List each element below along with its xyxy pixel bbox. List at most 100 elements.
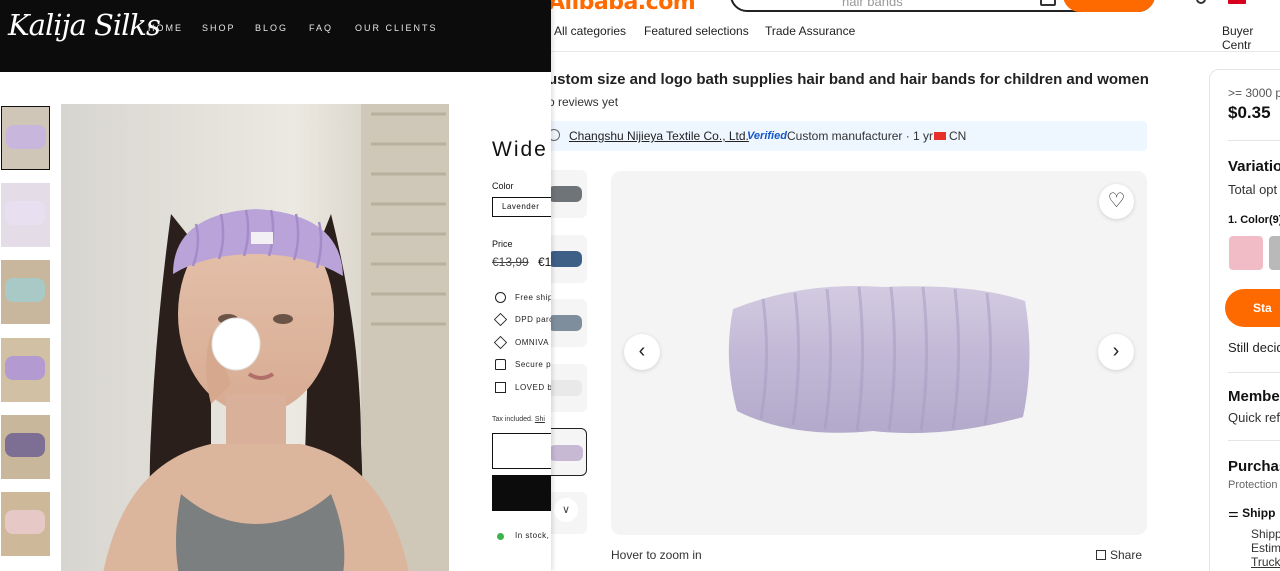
order-side-panel: >= 3000 p $0.35 Variatio Total opt 1. Co… — [1209, 69, 1280, 571]
feature-text: Secure p — [515, 360, 551, 369]
reviews-count[interactable]: o reviews yet — [548, 95, 618, 109]
color-swatch-pink[interactable] — [1229, 236, 1263, 270]
purchase-protection-title: Purchas — [1228, 458, 1280, 475]
shop-thumbnail[interactable] — [1, 415, 50, 479]
search-button[interactable] — [1063, 0, 1155, 12]
account-icon[interactable] — [1196, 0, 1206, 4]
shop-thumbnail[interactable] — [1, 260, 50, 324]
product-photo-model[interactable] — [61, 104, 449, 571]
divider — [1228, 372, 1280, 373]
headband-image — [728, 285, 1030, 434]
lock-icon — [495, 359, 506, 370]
estimated-line: Estim — [1251, 541, 1280, 555]
nav-trade-assurance[interactable]: Trade Assurance — [765, 24, 855, 38]
min-order-text: >= 3000 p — [1228, 86, 1280, 100]
unit-price: $0.35 — [1228, 103, 1271, 122]
shop-thumbnail-selected[interactable] — [1, 106, 50, 170]
thumbnail-image — [6, 125, 46, 149]
shop-window: Kalija Silks HOME SHOP BLOG FAQ OUR CLIE… — [0, 0, 551, 571]
nav-buyer-central[interactable]: Buyer Centr — [1222, 24, 1280, 52]
total-options: Total opt — [1228, 182, 1278, 197]
search-bar[interactable]: hair bands — [730, 0, 1155, 12]
supplier-details: Custom manufacturer · 1 yr · — [787, 129, 941, 143]
product-thumbnail-selected[interactable] — [548, 428, 587, 476]
package-icon — [493, 312, 508, 327]
nav-faq[interactable]: FAQ — [309, 23, 333, 33]
chevron-down-icon: ∨ — [554, 498, 578, 522]
protection-text: Protection — [1228, 479, 1278, 491]
thumbnail-image — [549, 445, 583, 461]
verified-badge[interactable]: Verified — [747, 130, 787, 142]
search-input[interactable]: hair bands — [842, 0, 903, 9]
nav-home[interactable]: HOME — [148, 23, 183, 33]
product-title: ustom size and logo bath supplies hair b… — [548, 71, 1149, 88]
color-option-lavender[interactable]: Lavender — [492, 197, 551, 217]
nav-featured-selections[interactable]: Featured selections — [644, 24, 749, 38]
screen: Alibaba.com hair bands All categories Fe… — [0, 0, 1280, 571]
sale-price: €1 — [538, 255, 551, 269]
shipping-heading: ⚌ Shipp — [1228, 506, 1275, 520]
price-label: Price — [492, 239, 513, 249]
thumbnail-image — [548, 186, 582, 202]
shop-thumbnail[interactable] — [1, 492, 50, 556]
shop-logo[interactable]: Kalija Silks — [8, 8, 161, 42]
main-product-image[interactable]: ♡ ‹ › — [611, 171, 1147, 535]
thumbnail-image — [5, 201, 45, 225]
package-icon — [493, 335, 508, 350]
divider — [1228, 440, 1280, 441]
chevron-right-icon[interactable]: › — [1098, 334, 1134, 370]
share-button[interactable]: Share — [1096, 548, 1142, 562]
feature-text: LOVED b — [515, 383, 551, 392]
tax-note: Tax included. Shi — [492, 416, 545, 423]
color-swatch-grey[interactable] — [1269, 236, 1280, 270]
product-thumbnail[interactable] — [548, 170, 587, 218]
color-option-label: Lavender — [502, 202, 540, 211]
start-order-label: Sta — [1253, 301, 1272, 315]
feature-text: DPD parc — [515, 315, 551, 324]
shop-thumbnail[interactable] — [1, 183, 50, 247]
nav-all-categories[interactable]: All categories — [554, 24, 626, 38]
chevron-left-icon[interactable]: ‹ — [624, 334, 660, 370]
supplier-country: CN — [949, 129, 967, 143]
still-deciding-text[interactable]: Still decid — [1228, 340, 1280, 355]
supplier-bar: Changshu Nijieya Textile Co., Ltd. · Ver… — [548, 121, 1147, 151]
flag-icon[interactable] — [1228, 0, 1246, 4]
model-photo-illustration — [61, 104, 449, 571]
shipping-line: Shipp — [1251, 527, 1280, 541]
thumbnail-image — [548, 380, 582, 396]
tax-text: Tax included. — [492, 416, 533, 423]
product-thumbnail[interactable] — [548, 299, 587, 347]
camera-icon[interactable] — [1040, 0, 1056, 6]
truck-link[interactable]: Truck — [1251, 555, 1280, 569]
nav-shop[interactable]: SHOP — [202, 23, 236, 33]
thumbnail-image — [5, 510, 45, 534]
zoom-hint: Hover to zoom in — [611, 548, 702, 562]
product-thumbnail[interactable] — [548, 364, 587, 412]
nav-blog[interactable]: BLOG — [255, 23, 288, 33]
marketplace-logo[interactable]: Alibaba.com — [548, 0, 696, 15]
thumbnail-image — [548, 315, 582, 331]
start-order-button[interactable]: Sta — [1225, 289, 1280, 327]
product-thumbnail[interactable] — [548, 235, 587, 283]
globe-icon — [495, 292, 506, 303]
thumbnail-scroll-down[interactable]: ∨ — [548, 492, 587, 534]
share-icon — [1096, 550, 1106, 560]
product-title: Wide c — [492, 138, 551, 161]
variations-title: Variatio — [1228, 158, 1280, 175]
stock-status: In stock, — [515, 531, 550, 540]
supplier-name-link[interactable]: Changshu Nijieya Textile Co., Ltd. — [569, 129, 749, 143]
truck-icon: ⚌ — [1228, 506, 1243, 520]
quantity-selector[interactable] — [492, 433, 551, 469]
add-to-cart-button[interactable] — [492, 475, 551, 511]
feature-text: OMNIVA — [515, 338, 549, 347]
divider — [1228, 140, 1280, 141]
supplier-separator: · — [738, 129, 742, 143]
heart-icon[interactable]: ♡ — [1099, 184, 1134, 219]
shop-thumbnail[interactable] — [1, 338, 50, 402]
china-flag-icon — [934, 132, 946, 140]
shipping-link[interactable]: Shi — [535, 416, 545, 423]
shipping-label: Shipp — [1242, 506, 1276, 520]
nav-our-clients[interactable]: OUR CLIENTS — [355, 23, 438, 33]
original-price: €13,99 — [492, 255, 529, 269]
feature-text: Free ship — [515, 293, 551, 302]
